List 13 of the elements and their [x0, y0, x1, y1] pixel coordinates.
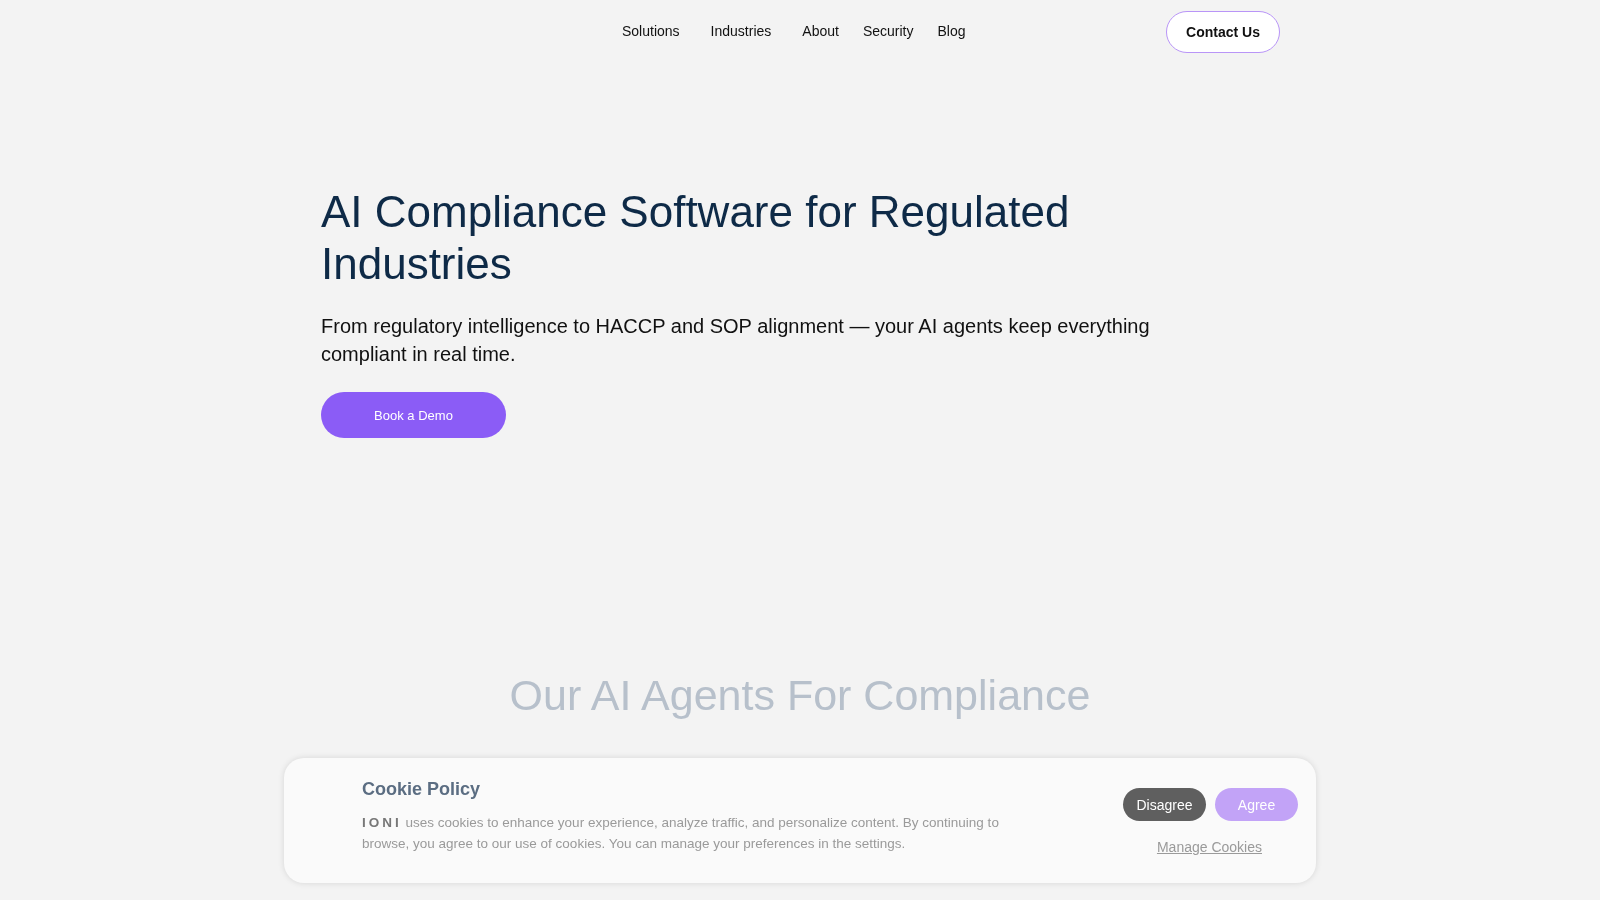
hero-subtitle: From regulatory intelligence to HACCP and SOP alignment — your AI agents keep everything compliant in real time.	[321, 314, 1151, 367]
nav-link[interactable]: Security	[862, 22, 914, 40]
book-demo-button[interactable]: Book a Demo	[321, 392, 506, 438]
disagree-button[interactable]: Disagree	[1123, 788, 1206, 821]
nav-link[interactable]: Solutions	[622, 22, 680, 40]
cookie-text: IONI uses cookies to enhance your experience, analyze traffic, and personalize content. By continuing to browse, you agree to our use of cookies. You can manage your preferences in the settings.	[362, 814, 1000, 853]
nav-link[interactable]: Blog	[937, 22, 966, 40]
nav-link[interactable]: Industries	[710, 22, 772, 40]
nav-link[interactable]: About	[802, 22, 839, 40]
cookie-title: Cookie Policy	[362, 778, 482, 800]
hero-title: AI Compliance Software for Regulated Industries	[321, 186, 1071, 290]
contact-button[interactable]: Contact Us	[1166, 11, 1280, 53]
section-title: Our AI Agents For Compliance	[509, 670, 1091, 721]
